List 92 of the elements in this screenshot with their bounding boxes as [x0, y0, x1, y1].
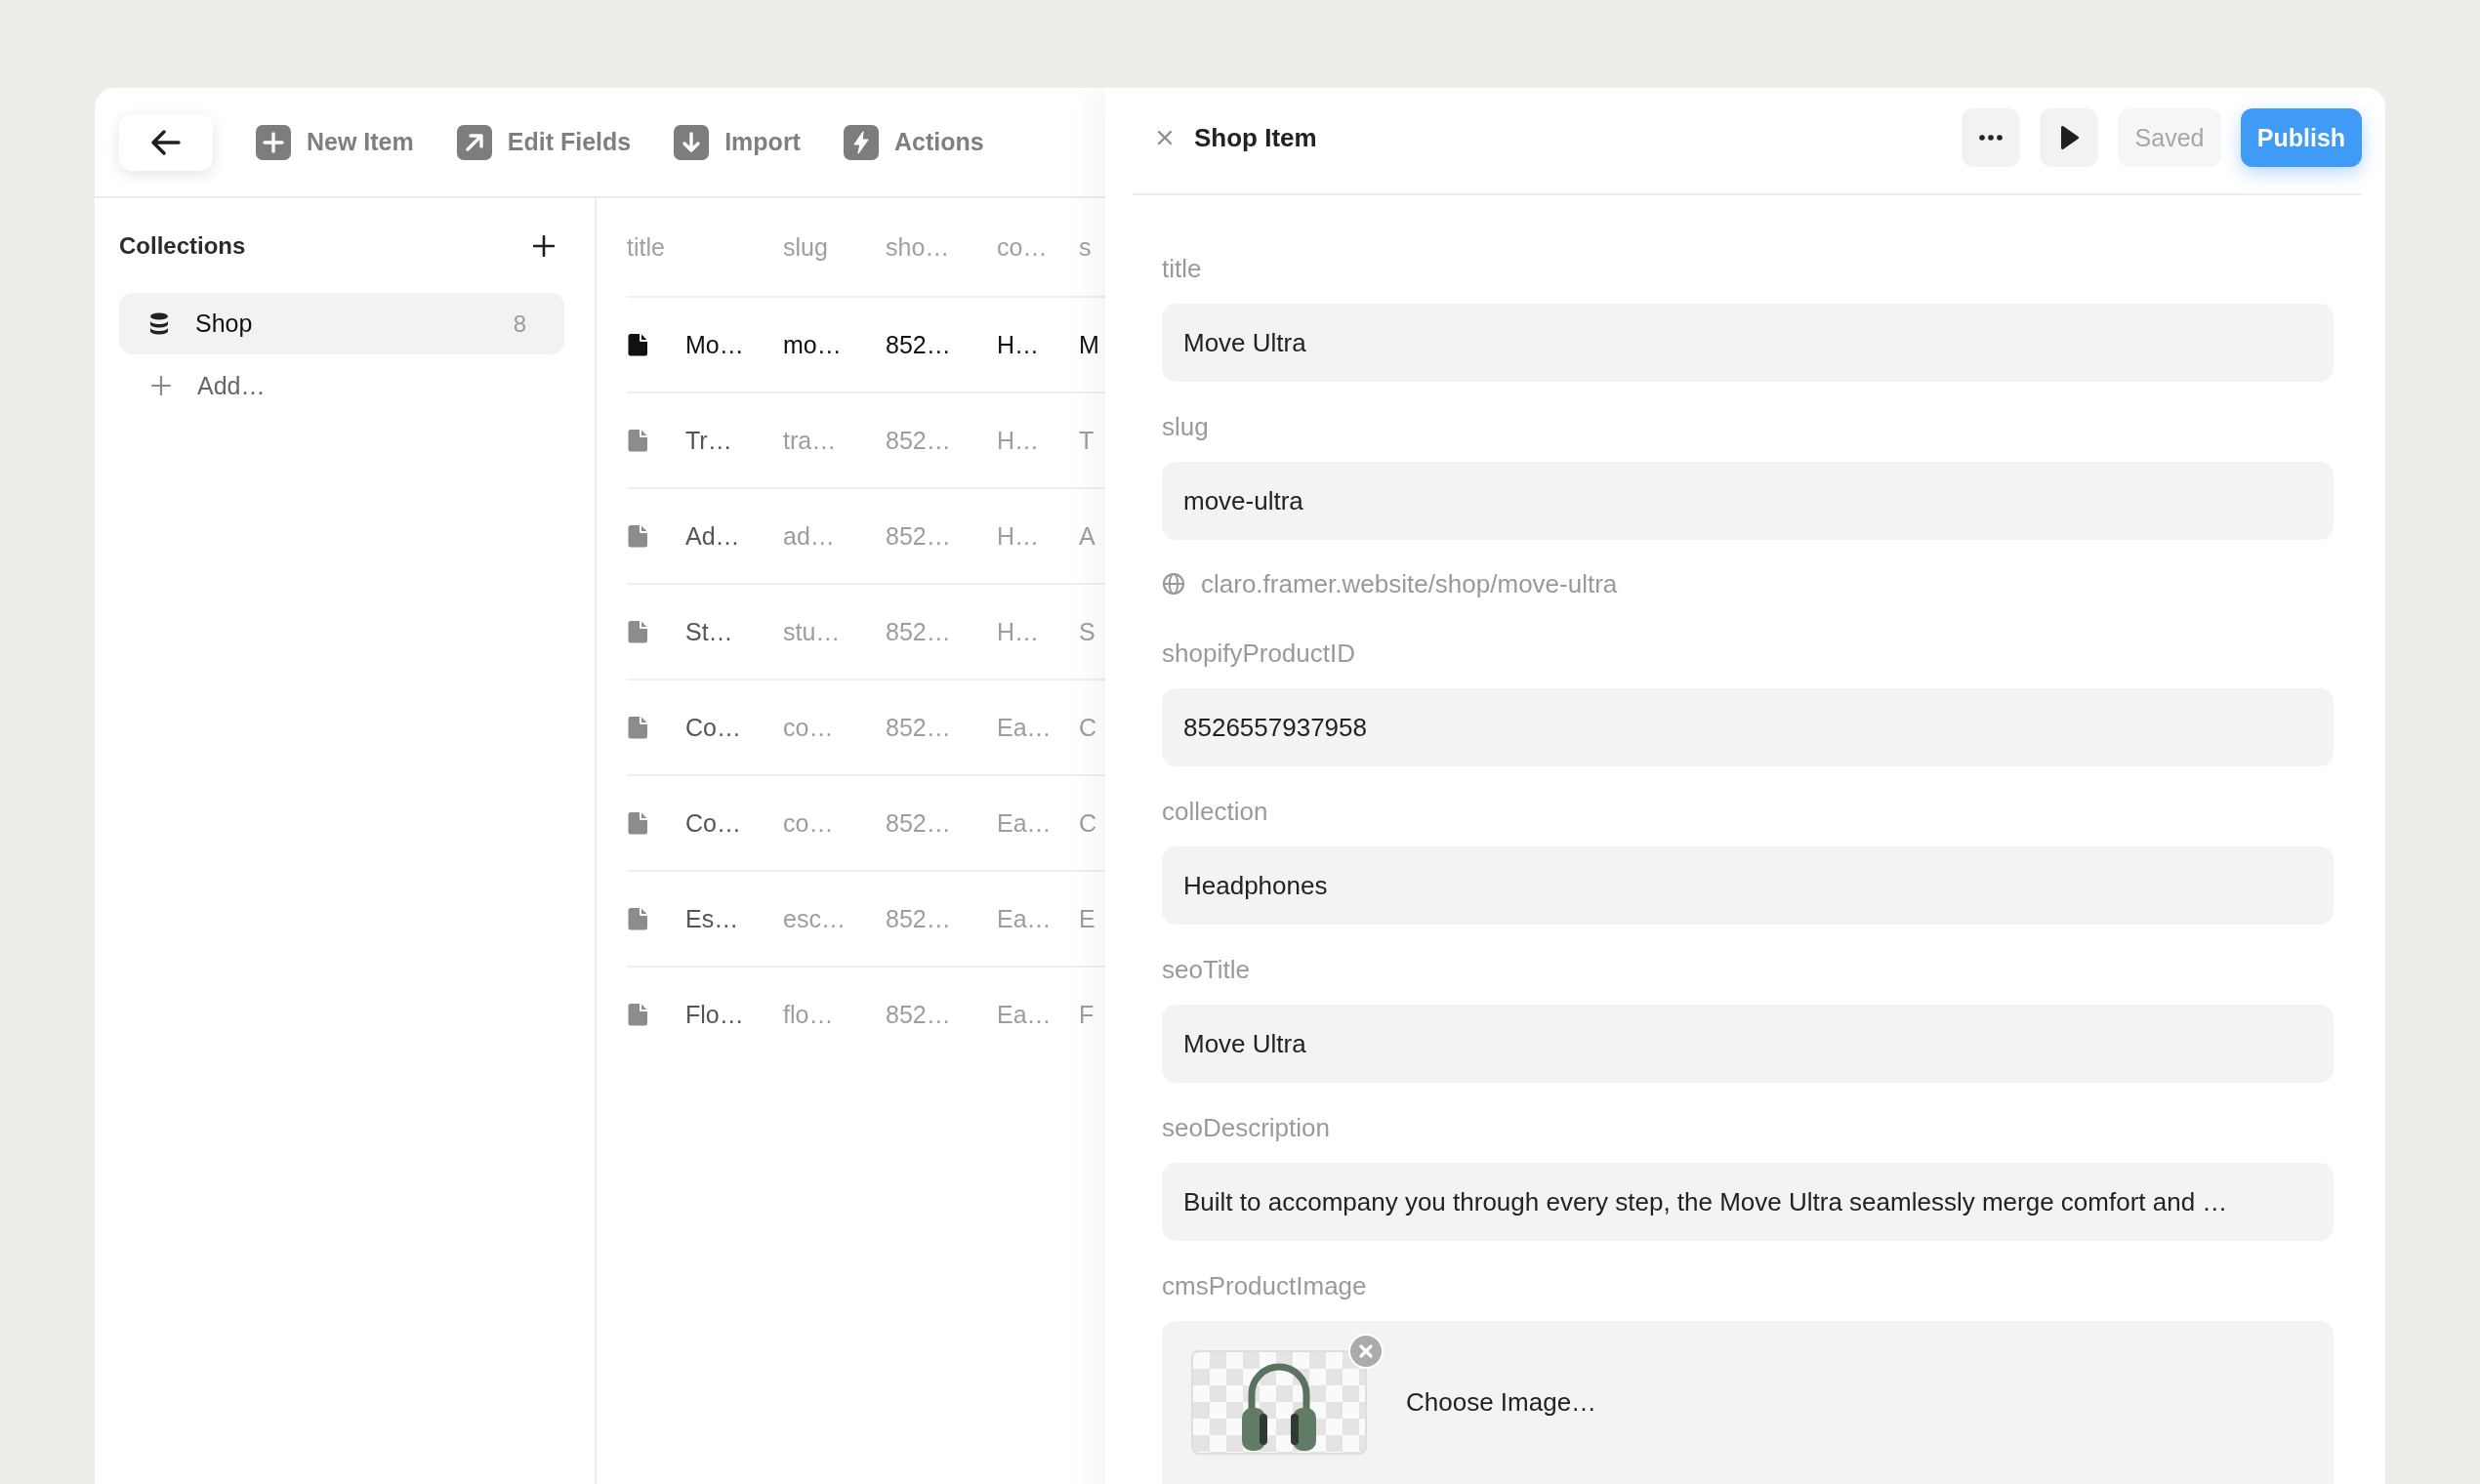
table-cell: Co…	[685, 713, 741, 742]
table-cell: Flo…	[685, 1000, 744, 1029]
table-cell-text: flo…	[783, 1000, 835, 1029]
document-icon	[627, 716, 648, 739]
table-cell-text: H…	[997, 617, 1041, 646]
table-cell: E	[1079, 904, 1095, 933]
table-cell-text: Ea…	[997, 808, 1053, 838]
field-label: slug	[1162, 412, 1210, 441]
table-cell: F	[1079, 1000, 1095, 1029]
plus-icon[interactable]	[533, 235, 555, 257]
text-field[interactable]: Headphones	[1162, 846, 2334, 925]
document-icon	[627, 333, 648, 356]
table-cell-text: 852…	[886, 617, 952, 646]
choose-image-button[interactable]: Choose Image…	[1406, 1387, 1597, 1418]
table-cell: A	[1079, 521, 1095, 551]
table-cell: C	[1079, 713, 1097, 742]
table-cell-text: 852…	[886, 713, 952, 742]
field-label: seoTitle	[1162, 955, 1252, 984]
table-cell-text: 852…	[886, 1000, 952, 1029]
document-icon	[627, 524, 648, 548]
table-cell-text: 852…	[886, 426, 952, 455]
import-button[interactable]: Import	[674, 124, 801, 160]
table-cell-text: H…	[997, 426, 1041, 455]
table-cell-text: 852…	[886, 330, 952, 359]
column-header: sho…	[886, 232, 951, 262]
more-button[interactable]	[1962, 108, 2020, 167]
field-label: cmsProductImage	[1162, 1271, 1368, 1300]
text-field[interactable]: Move Ultra	[1162, 304, 2334, 382]
document-icon	[627, 907, 648, 930]
table-cell: S	[1079, 617, 1095, 646]
actions-button[interactable]: Actions	[843, 124, 984, 160]
new-item-button[interactable]: New Item	[256, 124, 414, 160]
table-cell: T	[1079, 426, 1095, 455]
database-icon	[149, 311, 169, 336]
table-cell-text: 852…	[886, 808, 952, 838]
table-cell-text: co…	[783, 713, 835, 742]
table-cell-text: Ea…	[997, 904, 1053, 933]
document-icon	[627, 1003, 648, 1026]
play-icon	[2058, 125, 2080, 150]
field-label: title	[1162, 254, 1203, 283]
arrow-up-right-icon	[456, 124, 492, 160]
column-header: title	[627, 232, 666, 262]
document-icon	[627, 620, 648, 643]
text-field[interactable]: 8526557937958	[1162, 688, 2334, 766]
document-icon	[627, 429, 648, 452]
table-cell: M	[1079, 330, 1099, 359]
table-cell: Tr…	[685, 426, 732, 455]
close-icon[interactable]	[1157, 130, 1173, 145]
column-header: s	[1079, 232, 1092, 262]
item-count: 8	[513, 309, 526, 338]
table-cell: Co…	[685, 808, 741, 838]
edit-fields-button[interactable]: Edit Fields	[456, 124, 632, 160]
panel-title: Shop Item	[1194, 122, 1317, 153]
table-cell: Ad…	[685, 521, 740, 551]
plus-icon	[256, 124, 291, 160]
column-header: co…	[997, 232, 1049, 262]
table-cell-text: ad…	[783, 521, 836, 551]
globe-icon	[1162, 572, 1185, 596]
preview-button[interactable]	[2040, 108, 2098, 167]
lightning-icon	[843, 124, 879, 160]
table-cell-text: esc…	[783, 904, 847, 933]
arrow-down-icon	[674, 124, 710, 160]
back-button[interactable]	[119, 113, 213, 171]
plus-icon	[151, 376, 171, 395]
text-field[interactable]: Built to accompany you through every step, the Move Ultra seamlessly merge comfort and …	[1162, 1163, 2334, 1241]
table-cell-text: Ea…	[997, 713, 1053, 742]
table-cell-text: H…	[997, 330, 1041, 359]
field-label: seoDescription	[1162, 1113, 1331, 1142]
more-icon	[1979, 135, 2003, 141]
table-cell-text: co…	[783, 808, 835, 838]
document-icon	[627, 811, 648, 835]
column-header: slug	[783, 232, 829, 262]
table-cell-text: 852…	[886, 904, 952, 933]
table-cell: C	[1079, 808, 1097, 838]
table-cell: Es…	[685, 904, 739, 933]
table-cell-text: stu…	[783, 617, 842, 646]
arrow-left-icon	[151, 129, 181, 155]
text-field[interactable]: Move Ultra	[1162, 1005, 2334, 1083]
image-field[interactable]: Choose Image…	[1162, 1321, 2334, 1484]
table-cell-text: H…	[997, 521, 1041, 551]
collection-item[interactable]: Shop 8	[119, 293, 564, 354]
table-cell: St…	[685, 617, 733, 646]
field-label: collection	[1162, 797, 1269, 826]
table-cell: Mo…	[685, 330, 744, 359]
table-cell-text: tra…	[783, 426, 838, 455]
sidebar-title: Collections	[119, 232, 246, 260]
table-cell-text: mo…	[783, 330, 843, 359]
table-cell-text: Ea…	[997, 1000, 1053, 1029]
add-collection-link[interactable]: Add…	[197, 371, 266, 400]
table-cell-text: 852…	[886, 521, 952, 551]
field-label: shopifyProductID	[1162, 639, 1356, 668]
text-field[interactable]: move-ultra	[1162, 462, 2334, 540]
